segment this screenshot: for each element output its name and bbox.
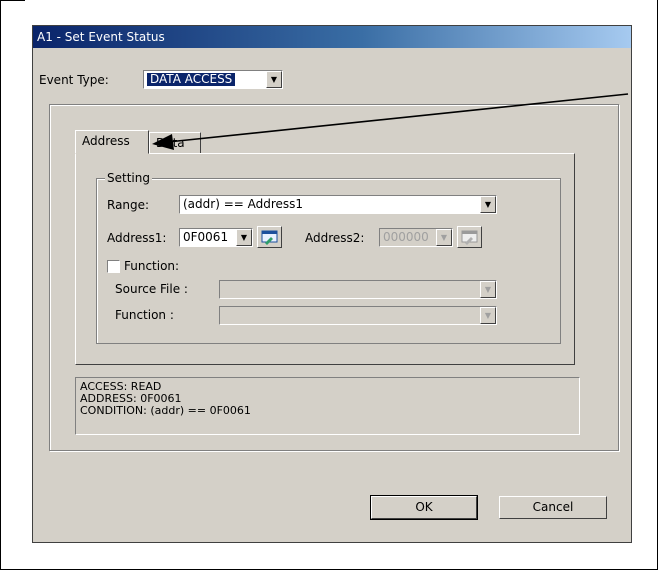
setting-group-title: Setting: [105, 171, 152, 185]
function-select[interactable]: ▼: [219, 306, 497, 325]
range-label: Range:: [107, 198, 150, 212]
address-tab-panel: Setting Range: (addr) == Address1 ▼ Addr…: [75, 153, 575, 365]
address1-browse-button[interactable]: [257, 226, 282, 248]
function-checkbox-label: Function:: [124, 259, 180, 273]
cancel-button[interactable]: Cancel: [499, 496, 607, 519]
range-select[interactable]: (addr) == Address1 ▼: [179, 195, 497, 214]
address1-label: Address1:: [107, 231, 167, 245]
chevron-down-icon[interactable]: ▼: [236, 229, 252, 246]
address1-select[interactable]: 0F0061 ▼: [179, 228, 253, 247]
chevron-down-icon[interactable]: ▼: [266, 71, 282, 88]
chevron-down-icon[interactable]: ▼: [480, 307, 496, 324]
set-event-status-dialog: A1 - Set Event Status Event Type: DATA A…: [32, 25, 632, 543]
setting-group: Setting Range: (addr) == Address1 ▼ Addr…: [96, 171, 561, 344]
event-type-label: Event Type:: [39, 73, 109, 87]
source-file-label: Source File :: [115, 282, 188, 296]
source-file-select[interactable]: ▼: [219, 280, 497, 299]
address2-value: 000000: [383, 230, 429, 244]
range-value: (addr) == Address1: [183, 197, 304, 211]
tab-address[interactable]: Address: [75, 130, 149, 154]
dialog-title: A1 - Set Event Status: [33, 26, 631, 48]
address1-value: 0F0061: [183, 230, 229, 244]
browse-address-icon: [261, 230, 278, 245]
address2-select[interactable]: 000000 ▼: [379, 228, 453, 247]
tab-data[interactable]: Data: [149, 132, 201, 154]
browse-address-icon: [461, 230, 478, 245]
document-rule: [0, 0, 25, 1]
event-type-value: DATA ACCESS: [147, 73, 236, 86]
summary-line: CONDITION: (addr) == 0F0061: [80, 404, 251, 417]
address2-label: Address2:: [305, 231, 365, 245]
function-checkbox[interactable]: [107, 260, 120, 273]
chevron-down-icon[interactable]: ▼: [480, 281, 496, 298]
chevron-down-icon[interactable]: ▼: [480, 196, 496, 213]
event-type-select[interactable]: DATA ACCESS ▼: [143, 70, 283, 89]
function-label: Function :: [115, 308, 174, 322]
chevron-down-icon[interactable]: ▼: [436, 229, 452, 246]
address2-browse-button[interactable]: [457, 226, 482, 248]
status-summary: ACCESS: READ ADDRESS: 0F0061 CONDITION: …: [75, 377, 580, 435]
ok-button[interactable]: OK: [370, 495, 478, 520]
